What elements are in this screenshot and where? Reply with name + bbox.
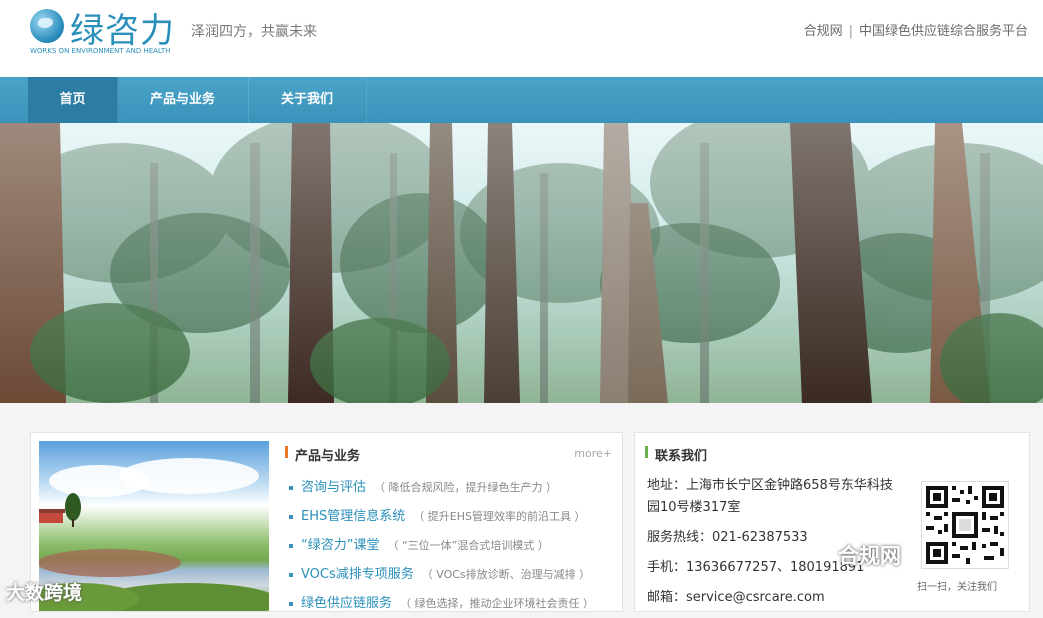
qr-caption: 扫一扫，关注我们: [917, 582, 997, 593]
product-name[interactable]: 绿色供应链服务: [301, 596, 392, 611]
product-desc: （ VOCs排放诊断、治理与减排 ）: [421, 568, 591, 581]
qr-code-icon: [921, 481, 1009, 569]
top-link-compliance[interactable]: 合规网: [804, 24, 843, 39]
product-name[interactable]: EHS管理信息系统: [301, 509, 405, 524]
product-name[interactable]: VOCs减排专项服务: [301, 567, 414, 582]
site-slogan: 泽润四方，共赢未来: [191, 24, 317, 40]
products-list: 咨询与评估 （ 降低合规风险，提升绿色生产力 ） EHS管理信息系统 （ 提升EHS…: [289, 473, 619, 618]
contact-address: 地址：上海市长宁区金钟路658号东华科技园10号楼317室: [647, 478, 893, 515]
product-desc: （ 绿色选择，推动企业环境社会责任 ）: [400, 597, 595, 610]
contact-panel: 联系我们 地址：上海市长宁区金钟路658号东华科技园10号楼317室 服务热线：…: [634, 432, 1030, 612]
logo-subtitle: WORKS ON ENVIRONMENT AND HEALTH: [30, 47, 171, 55]
site-logo[interactable]: 绿咨力 WORKS ON ENVIRONMENT AND HEALTH: [30, 6, 190, 58]
list-item[interactable]: VOCs减排专项服务 （ VOCs排放诊断、治理与减排 ）: [289, 560, 619, 589]
products-title: 产品与业务: [295, 449, 361, 464]
nav-item-products[interactable]: 产品与业务: [117, 77, 249, 123]
watermark-right: 合规网: [838, 544, 901, 568]
bullet-icon: [289, 485, 293, 490]
top-link-platform[interactable]: 中国绿色供应链综合服务平台: [859, 24, 1028, 39]
watermark-left: 大数跨境: [6, 582, 83, 604]
product-name[interactable]: “绿咨力”课堂: [301, 538, 379, 553]
bullet-icon: [289, 514, 293, 519]
contact-title: 联系我们: [655, 449, 708, 464]
globe-logo-icon: [30, 9, 64, 43]
product-desc: （ 提升EHS管理效率的前沿工具 ）: [413, 510, 586, 523]
product-name[interactable]: 咨询与评估: [301, 480, 366, 495]
logo-text: 绿咨力: [70, 11, 175, 51]
list-item[interactable]: 咨询与评估 （ 降低合规风险，提升绿色生产力 ）: [289, 473, 619, 502]
nav-item-about[interactable]: 关于我们: [248, 77, 367, 123]
contact-email[interactable]: 邮箱：service@csrcare.com: [647, 587, 902, 609]
main-nav: 首页 产品与业务 关于我们: [0, 77, 1043, 123]
bullet-icon: [289, 572, 293, 577]
bullet-icon: [289, 601, 293, 606]
products-title-mark: [285, 446, 288, 458]
nav-item-home[interactable]: 首页: [28, 77, 118, 123]
list-item[interactable]: EHS管理信息系统 （ 提升EHS管理效率的前沿工具 ）: [289, 502, 619, 531]
product-desc: （ “三位一体”混合式培训模式 ）: [387, 539, 549, 552]
hero-banner-forest-image: [0, 123, 1043, 403]
products-panel: 产品与业务 more+ 咨询与评估 （ 降低合规风险，提升绿色生产力 ） EHS管…: [30, 432, 623, 612]
product-desc: （ 降低合规风险，提升绿色生产力 ）: [374, 481, 558, 494]
list-item[interactable]: 绿色供应链服务 （ 绿色选择，推动企业环境社会责任 ）: [289, 589, 619, 618]
site-header: 绿咨力 WORKS ON ENVIRONMENT AND HEALTH 泽润四方…: [0, 0, 1043, 77]
list-item[interactable]: “绿咨力”课堂 （ “三位一体”混合式培训模式 ）: [289, 531, 619, 560]
bullet-icon: [289, 543, 293, 548]
top-links: 合规网 | 中国绿色供应链综合服务平台: [804, 20, 1028, 39]
contact-title-mark: [645, 446, 648, 458]
products-more-link[interactable]: more+: [574, 447, 612, 460]
top-link-separator: |: [848, 24, 853, 39]
